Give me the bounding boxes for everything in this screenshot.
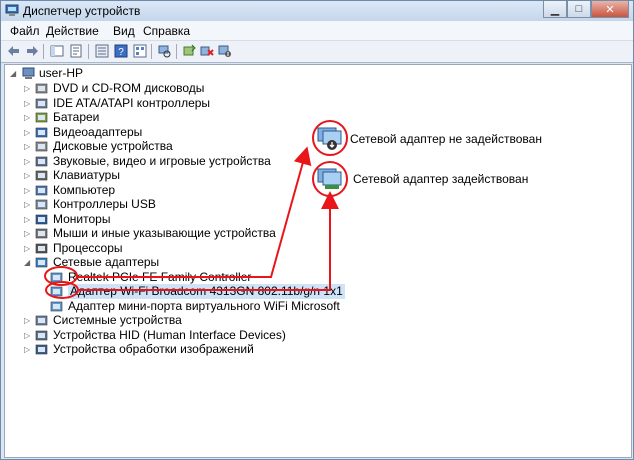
arrow-disabled xyxy=(77,146,312,278)
annotation-overlay xyxy=(44,120,348,299)
circle-legend-enabled xyxy=(312,161,348,197)
circle-legend-disabled xyxy=(312,120,348,156)
